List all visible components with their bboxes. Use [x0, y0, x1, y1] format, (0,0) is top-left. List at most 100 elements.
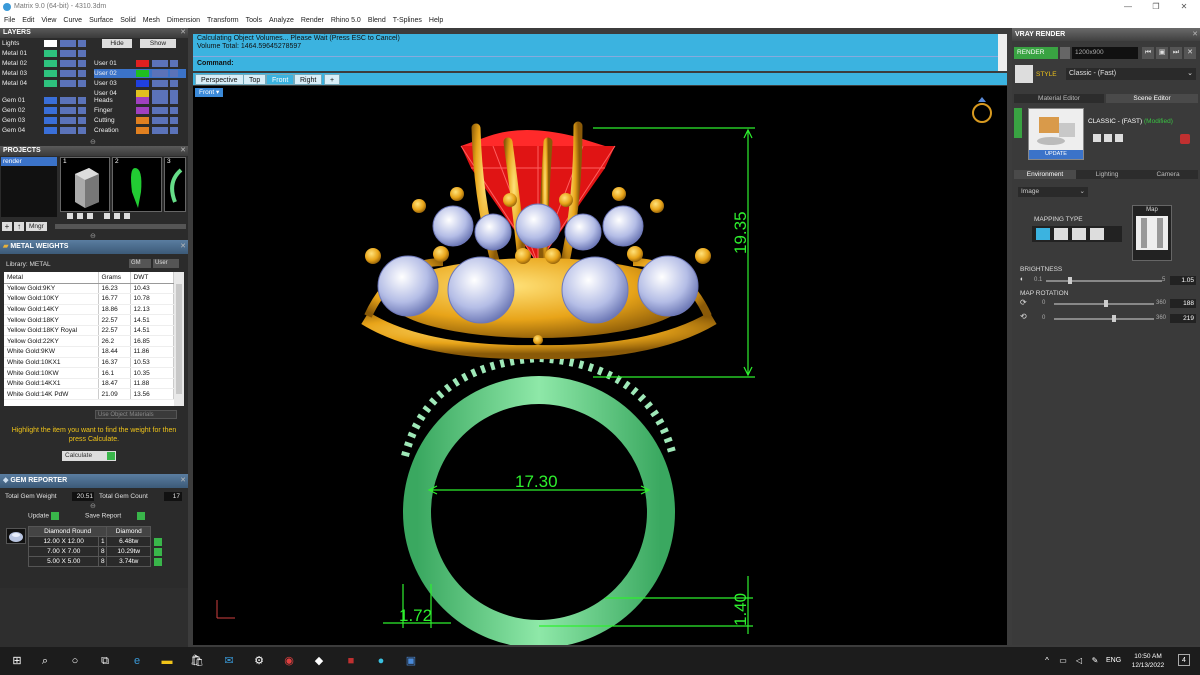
search-icon[interactable]: ⌕ — [38, 654, 52, 668]
layer-color-swatch[interactable] — [44, 127, 57, 134]
layer-visibility-icon[interactable] — [60, 117, 76, 124]
layer-lock-icon[interactable] — [78, 97, 86, 104]
gem-row-action[interactable] — [151, 557, 166, 567]
project-scrollbar[interactable] — [54, 223, 186, 229]
table-row[interactable]: White Gold:10KX1 16.37 10.53 — [4, 357, 174, 369]
clock[interactable]: 10:50 AM 12/13/2022 — [1128, 652, 1168, 670]
gemvision-icon[interactable]: ● — [374, 654, 388, 668]
rotation-2-slider[interactable] — [1054, 314, 1154, 323]
pen-icon[interactable]: ✎ — [1088, 654, 1102, 668]
close-icon[interactable]: ✕ — [180, 146, 186, 156]
layer-color-swatch[interactable] — [44, 117, 57, 124]
project-thumb-3[interactable]: 3 — [164, 157, 186, 212]
table-row[interactable]: Yellow Gold:10KY 16.77 10.78 — [4, 293, 174, 305]
project-delete-icon[interactable] — [124, 213, 130, 219]
notification-icon[interactable]: 4 — [1178, 654, 1190, 666]
menu-surface[interactable]: Surface — [89, 14, 113, 28]
layer-visibility-icon[interactable] — [60, 80, 76, 87]
layer-row[interactable]: Gem 02 — [2, 106, 88, 115]
gem-row-action[interactable] — [151, 547, 166, 557]
manager-button[interactable]: Mngr — [26, 221, 47, 231]
project-thumb-1[interactable]: 1 — [60, 157, 110, 212]
menu-solid[interactable]: Solid — [120, 14, 136, 28]
layer-visibility-icon[interactable] — [60, 107, 76, 114]
plus-icon[interactable]: + — [2, 221, 12, 231]
zoom-icon[interactable]: ▣ — [404, 654, 418, 668]
layer-lock-icon[interactable] — [170, 97, 178, 104]
viewport-front[interactable]: Front ▾ 19.35 17.30 1.72 1.40 — [193, 86, 1007, 645]
image-icon[interactable]: ▣ — [1156, 47, 1168, 59]
table-row[interactable]: 5.00 X 5.00 8 3.74tw — [27, 556, 166, 567]
column-header[interactable]: Grams — [98, 272, 131, 284]
menu-file[interactable]: File — [4, 14, 15, 28]
show-hidden-icons[interactable]: ^ — [1040, 654, 1054, 668]
menu-help[interactable]: Help — [429, 14, 443, 28]
tab-front[interactable]: Front — [266, 74, 295, 85]
layer-lock-icon[interactable] — [170, 127, 178, 134]
table-row[interactable]: White Gold:9KW 18.44 11.86 — [4, 346, 174, 358]
table-row[interactable]: Yellow Gold:22KY 26.2 16.85 — [4, 335, 174, 348]
render-button[interactable]: RENDER — [1014, 47, 1058, 59]
table-row[interactable]: Yellow Gold:9KY 16.23 10.43 — [4, 283, 174, 295]
restore-icon[interactable]: ❐ — [1142, 0, 1170, 14]
close-icon[interactable]: ✕ — [180, 474, 186, 488]
metal-table-scrollbar[interactable] — [174, 272, 184, 406]
next-icon[interactable]: ⏭ — [1170, 47, 1182, 59]
project-add-icon[interactable] — [67, 213, 73, 219]
prev-icon[interactable]: ⏮ — [1142, 47, 1154, 59]
brightness-slider[interactable] — [1046, 276, 1162, 285]
column-header[interactable]: Metal — [4, 272, 99, 284]
layer-visibility-icon[interactable] — [152, 107, 168, 114]
project-thumb-2[interactable]: 2 — [112, 157, 162, 212]
layer-row[interactable]: User 03 — [94, 79, 186, 88]
tab-material-editor[interactable]: Material Editor — [1014, 94, 1104, 103]
up-arrow-icon[interactable]: ↑ — [14, 221, 24, 231]
project-item[interactable]: render — [1, 157, 57, 166]
layer-row[interactable]: Metal 01 — [2, 49, 88, 58]
task-view-icon[interactable]: ⧉ — [98, 654, 112, 668]
menu-tools[interactable]: Tools — [246, 14, 262, 28]
layer-lock-icon[interactable] — [78, 40, 86, 47]
layer-row[interactable]: Metal 02 — [2, 59, 88, 68]
layer-lock-icon[interactable] — [78, 107, 86, 114]
menu-mesh[interactable]: Mesh — [143, 14, 160, 28]
tab-right[interactable]: Right — [294, 74, 323, 85]
table-row[interactable]: Yellow Gold:18KY Royal 22.57 14.51 — [4, 325, 174, 337]
tab-perspective[interactable]: Perspective — [195, 74, 244, 85]
save-as-icon[interactable] — [1104, 134, 1112, 142]
mapping-cube-icon[interactable] — [1054, 228, 1068, 240]
layer-lock-icon[interactable] — [78, 50, 86, 57]
refresh-icon[interactable] — [1180, 134, 1190, 144]
collapse-icon[interactable]: ⊖ — [90, 232, 96, 240]
layer-color-swatch[interactable] — [136, 117, 149, 124]
command-scrollbar[interactable] — [998, 34, 1007, 71]
file-explorer-icon[interactable]: ▬ — [160, 654, 174, 668]
layer-row[interactable]: Metal 03 — [2, 69, 88, 78]
use-object-materials-checkbox[interactable]: Use Object Materials — [95, 410, 177, 419]
layer-lock-icon[interactable] — [78, 80, 86, 87]
collapse-icon[interactable]: ⊖ — [90, 502, 96, 510]
volume-icon[interactable]: ◁ — [1072, 654, 1086, 668]
cortana-icon[interactable]: ○ — [68, 654, 82, 668]
layer-color-swatch[interactable] — [44, 107, 57, 114]
table-row[interactable]: 12.00 X 12.00 1 6.48tw — [27, 536, 166, 547]
close-icon[interactable]: ✕ — [180, 240, 186, 254]
mapping-dome-icon[interactable] — [1072, 228, 1086, 240]
menu-edit[interactable]: Edit — [22, 14, 34, 28]
layer-color-swatch[interactable] — [44, 70, 57, 77]
layer-lock-icon[interactable] — [170, 60, 178, 67]
user-button[interactable]: User — [153, 259, 179, 268]
close-icon[interactable]: ✕ — [180, 28, 186, 38]
close-icon[interactable]: ✕ — [1192, 28, 1198, 41]
camera-icon[interactable] — [1060, 47, 1070, 59]
expand-handle[interactable] — [1014, 108, 1022, 138]
project-save-icon[interactable] — [77, 213, 83, 219]
brightness-value[interactable]: 1.05 — [1170, 276, 1196, 285]
rotation-2-value[interactable]: 219 — [1170, 314, 1196, 323]
layer-lock-icon[interactable] — [78, 127, 86, 134]
settings-gear-icon[interactable]: ⚙ — [252, 654, 266, 668]
layer-color-swatch[interactable] — [136, 70, 149, 77]
update-scene-button[interactable]: UPDATE — [1029, 150, 1083, 159]
tab-lighting[interactable]: Lighting — [1076, 170, 1138, 179]
layer-visibility-icon[interactable] — [60, 97, 76, 104]
